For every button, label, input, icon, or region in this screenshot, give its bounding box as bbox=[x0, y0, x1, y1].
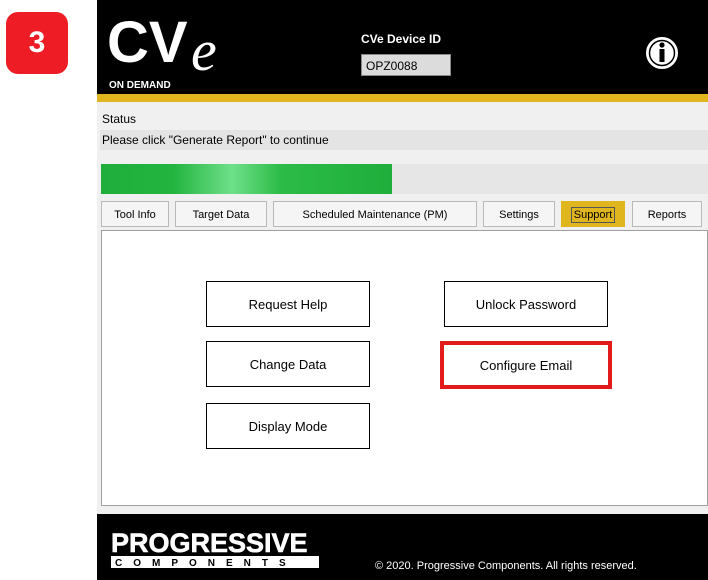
cve-on-demand-logo: CV e ON DEMAND bbox=[107, 10, 217, 90]
logo-e-text: e bbox=[191, 18, 217, 83]
step-number-badge: 3 bbox=[6, 12, 68, 74]
tab-target-data[interactable]: Target Data bbox=[175, 201, 267, 227]
tab-label: Tool Info bbox=[114, 209, 156, 221]
tab-support[interactable]: Support bbox=[561, 201, 625, 227]
info-icon[interactable] bbox=[645, 36, 679, 70]
device-id-field: OPZ0088 bbox=[361, 54, 451, 76]
tab-label: Target Data bbox=[192, 209, 250, 221]
status-message: Please click "Generate Report" to contin… bbox=[100, 130, 708, 150]
tab-bar: Tool Info Target Data Scheduled Maintena… bbox=[97, 200, 708, 228]
cve-app-window: CV e ON DEMAND CVe Device ID OPZ0088 Sta… bbox=[97, 0, 708, 580]
header-accent-strip bbox=[97, 94, 708, 102]
brand-top-text: PROGRESSIVE bbox=[111, 528, 308, 558]
tab-tool-info[interactable]: Tool Info bbox=[101, 201, 169, 227]
tab-label: Reports bbox=[647, 209, 687, 221]
tab-label: Scheduled Maintenance (PM) bbox=[302, 209, 448, 221]
request-help-button[interactable]: Request Help bbox=[206, 281, 370, 327]
status-label: Status bbox=[102, 112, 137, 126]
progressive-components-logo: PROGRESSIVE COMPONENTS bbox=[111, 528, 319, 569]
brand-bottom-text: COMPONENTS bbox=[115, 558, 297, 569]
logo-subtext: ON DEMAND bbox=[109, 80, 171, 90]
progress-bar bbox=[101, 164, 708, 194]
unlock-password-button[interactable]: Unlock Password bbox=[444, 281, 608, 327]
display-mode-button[interactable]: Display Mode bbox=[206, 403, 370, 449]
progress-bar-fill bbox=[101, 164, 393, 194]
tab-scheduled-maintenance[interactable]: Scheduled Maintenance (PM) bbox=[273, 201, 477, 227]
app-footer: PROGRESSIVE COMPONENTS © 2020. Progressi… bbox=[97, 514, 708, 580]
tab-label: Support bbox=[570, 207, 616, 223]
configure-email-button[interactable]: Configure Email bbox=[444, 345, 608, 385]
device-id-label: CVe Device ID bbox=[361, 32, 442, 46]
logo-cv-text: CV bbox=[107, 10, 188, 75]
support-panel: Request Help Unlock Password Change Data… bbox=[101, 230, 708, 506]
tab-reports[interactable]: Reports bbox=[632, 201, 702, 227]
change-data-button[interactable]: Change Data bbox=[206, 341, 370, 387]
tab-settings[interactable]: Settings bbox=[483, 201, 555, 227]
app-header: CV e ON DEMAND CVe Device ID OPZ0088 bbox=[97, 0, 708, 94]
copyright-text: © 2020. Progressive Components. All righ… bbox=[375, 560, 637, 572]
tab-label: Settings bbox=[499, 209, 539, 221]
